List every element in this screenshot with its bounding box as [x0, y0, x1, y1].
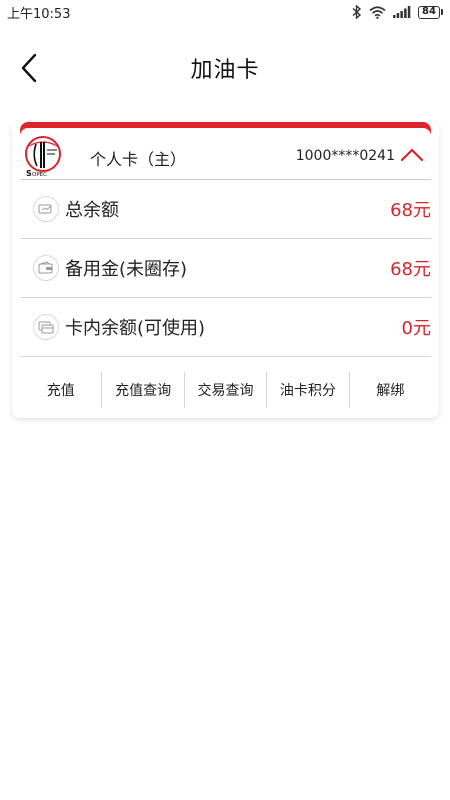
svg-text:OPEC: OPEC	[32, 172, 47, 178]
recharge-query-button[interactable]: 充值查询	[102, 372, 185, 408]
wallet-icon	[33, 255, 59, 281]
collapse-button[interactable]	[399, 146, 425, 164]
status-bar: 上午10:53 84	[0, 0, 450, 24]
battery-level: 84	[418, 5, 440, 19]
signal-icon	[393, 6, 411, 18]
fuel-card-panel: S OPEC 个人卡（主） 1000****0241 总余额 68元 备用金(未…	[12, 122, 439, 418]
status-icons: 84	[352, 5, 443, 19]
row-label: 卡内余额(可使用)	[65, 318, 206, 339]
nav-bar: 加油卡	[0, 40, 450, 96]
chevron-left-icon	[21, 53, 37, 83]
row-label: 总余额	[65, 200, 119, 221]
card-actions: 充值 充值查询 交易查询 油卡积分 解绑	[20, 362, 431, 418]
status-time: 上午10:53	[7, 6, 71, 22]
sinopec-logo-icon: S OPEC	[24, 134, 62, 178]
card-body: S OPEC 个人卡（主） 1000****0241 总余额 68元 备用金(未…	[20, 128, 431, 418]
card-points-button[interactable]: 油卡积分	[267, 372, 350, 408]
row-value: 68元	[390, 259, 431, 280]
chevron-up-icon	[400, 148, 424, 162]
card-icon	[33, 314, 59, 340]
balance-icon	[33, 196, 59, 222]
unbind-button[interactable]: 解绑	[350, 372, 431, 408]
total-balance-row[interactable]: 总余额 68元	[20, 180, 431, 239]
card-balance-row[interactable]: 卡内余额(可使用) 0元	[20, 298, 431, 357]
wifi-icon	[369, 5, 386, 19]
row-value: 68元	[390, 200, 431, 221]
battery-icon: 84	[418, 5, 443, 19]
row-label: 备用金(未圈存)	[65, 259, 188, 280]
page-title: 加油卡	[190, 58, 260, 83]
recharge-button[interactable]: 充值	[20, 372, 103, 408]
reserve-funds-row[interactable]: 备用金(未圈存) 68元	[20, 239, 431, 298]
card-name: 个人卡（主）	[90, 150, 187, 169]
back-button[interactable]	[14, 52, 44, 84]
card-header[interactable]: S OPEC 个人卡（主） 1000****0241	[20, 128, 431, 180]
transaction-query-button[interactable]: 交易查询	[185, 372, 268, 408]
row-value: 0元	[401, 318, 431, 339]
bluetooth-icon	[352, 5, 362, 19]
card-number: 1000****0241	[295, 148, 395, 164]
